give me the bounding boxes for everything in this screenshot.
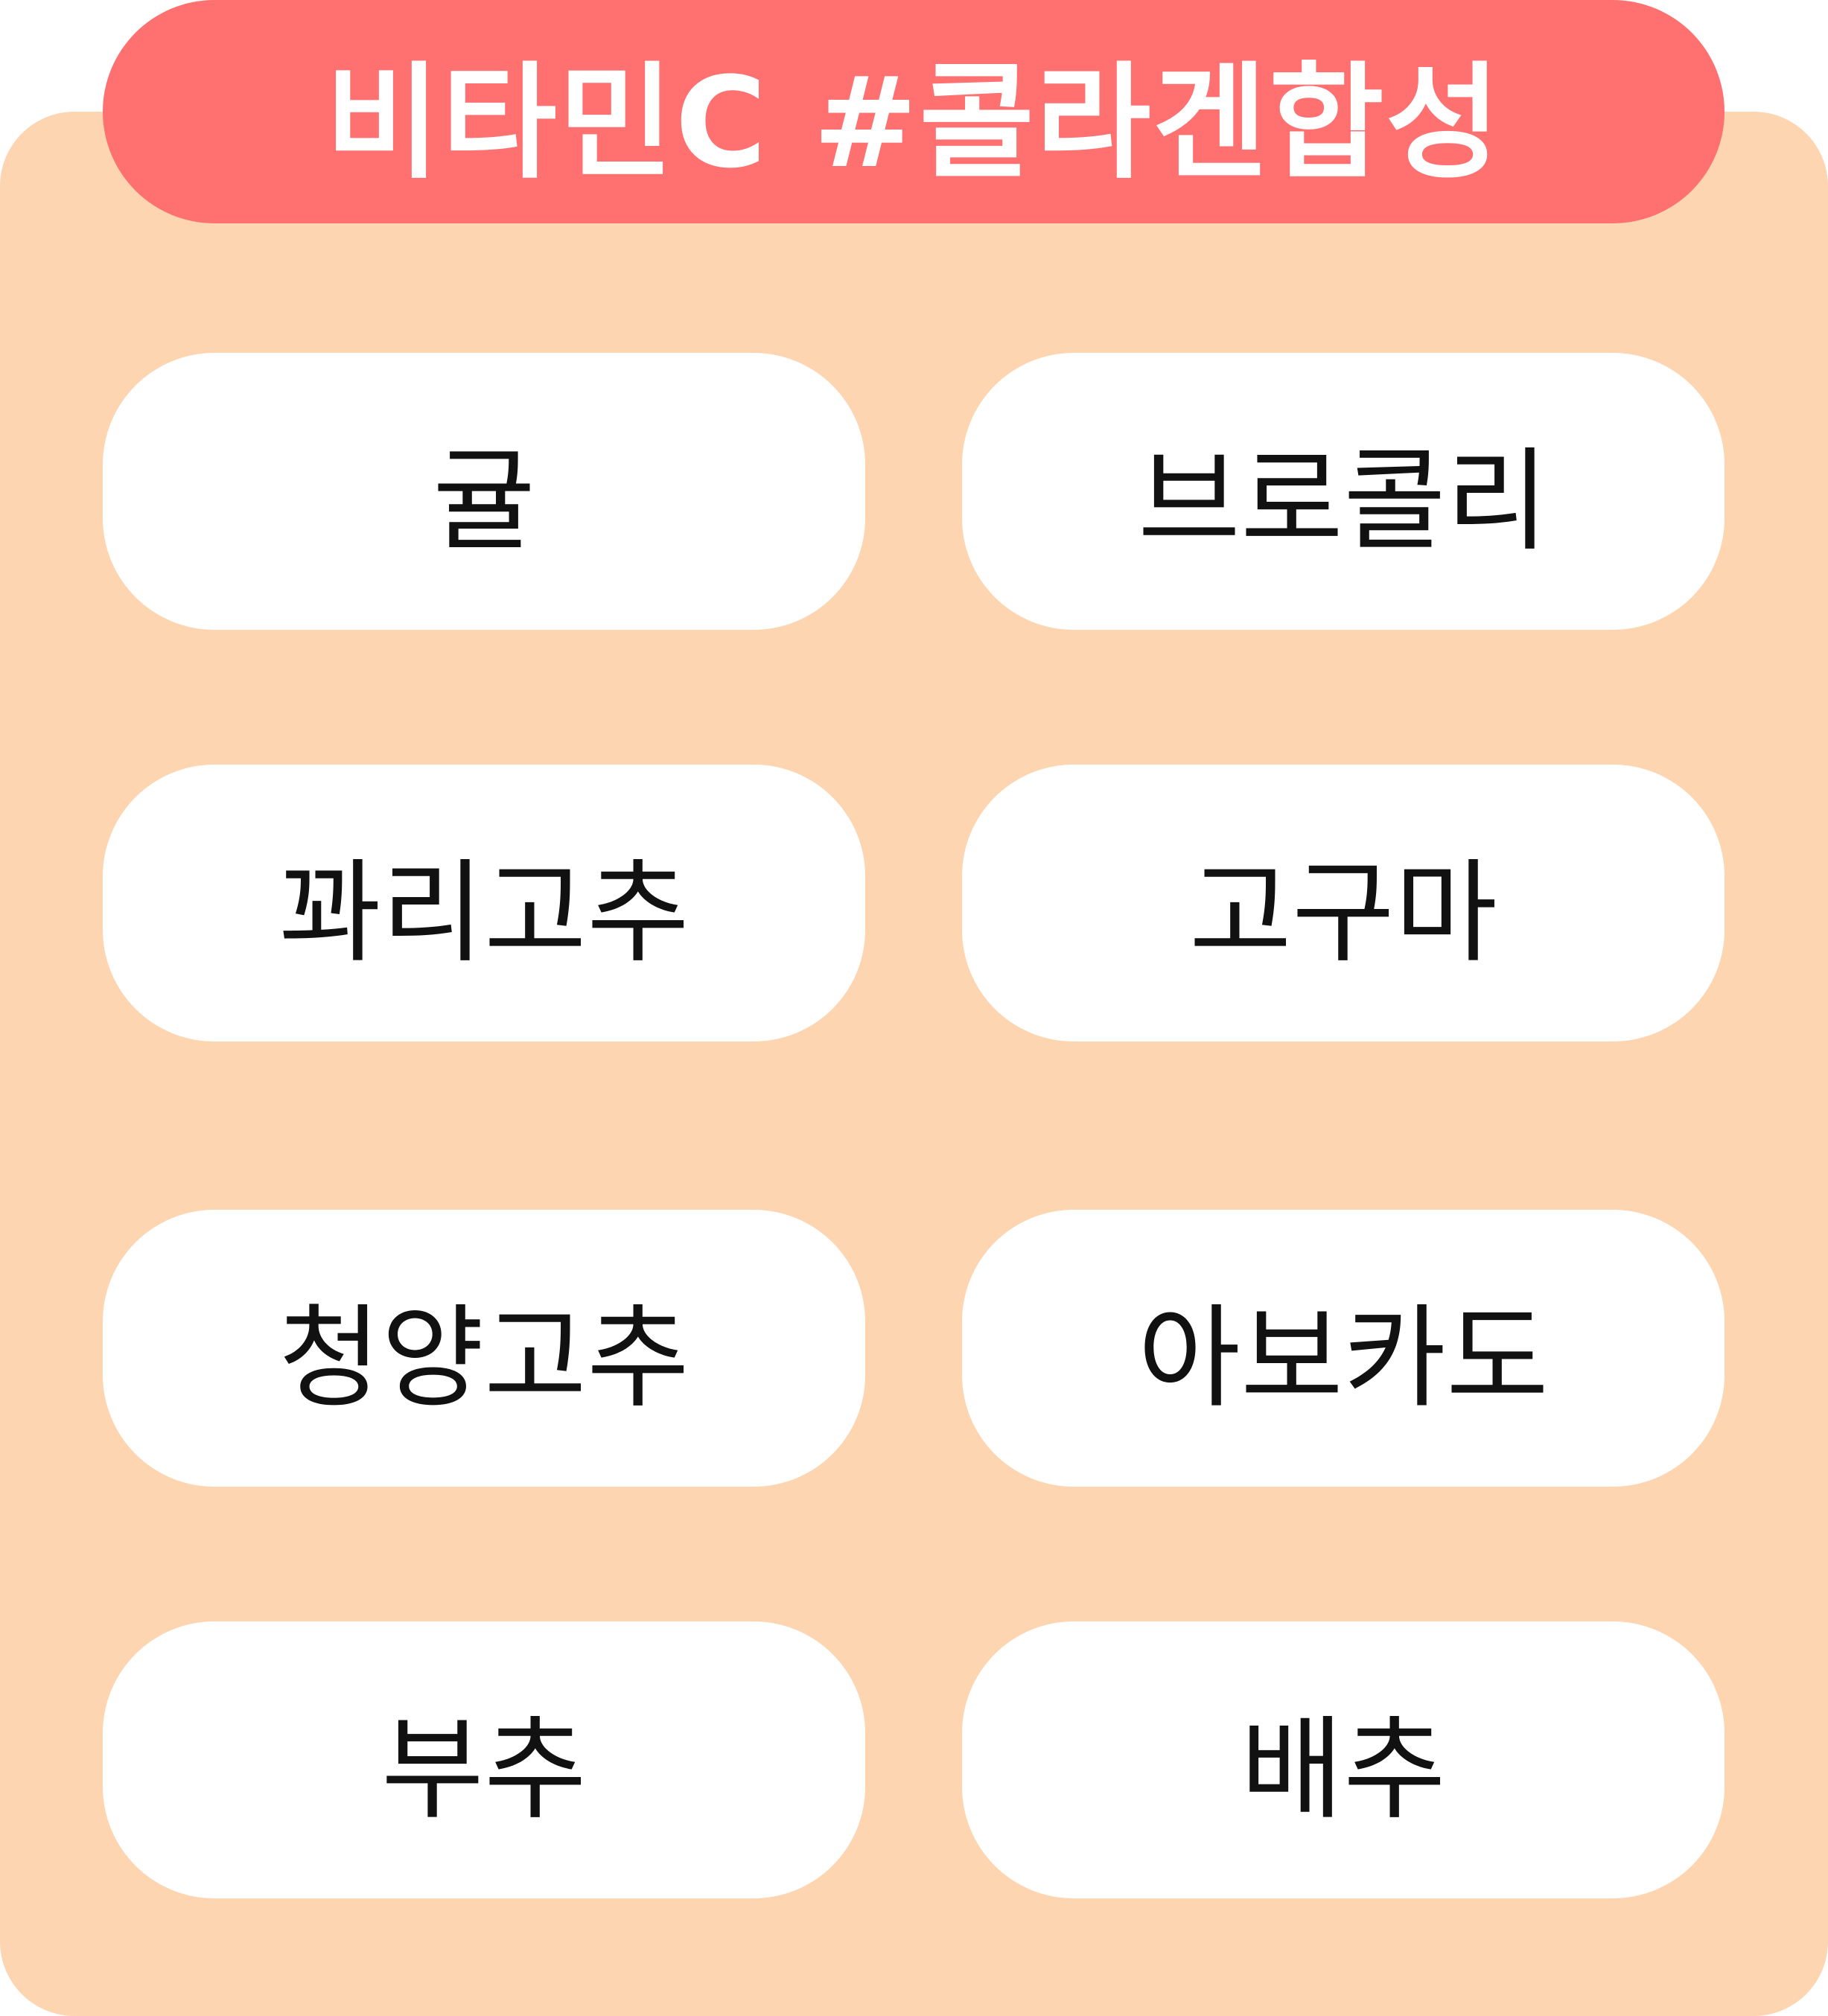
food-tag-shishito-pepper: 꽈리고추 — [103, 765, 865, 1042]
card-header-banner: 비타민C #콜라겐합성 — [103, 0, 1725, 223]
food-tag-broccoli: 브로콜리 — [962, 353, 1725, 630]
food-tag-avocado: 아보카도 — [962, 1210, 1725, 1487]
food-tag-sweet-potato: 고구마 — [962, 765, 1725, 1042]
food-tag-tangerine: 귤 — [103, 353, 865, 630]
food-tag-napa-cabbage: 배추 — [962, 1621, 1725, 1898]
card-title: 비타민C — [325, 49, 768, 196]
card-hashtag: #콜라겐합성 — [812, 49, 1503, 196]
food-tag-cheongyang-pepper: 청양고추 — [103, 1210, 865, 1487]
food-tag-chives: 부추 — [103, 1621, 865, 1898]
